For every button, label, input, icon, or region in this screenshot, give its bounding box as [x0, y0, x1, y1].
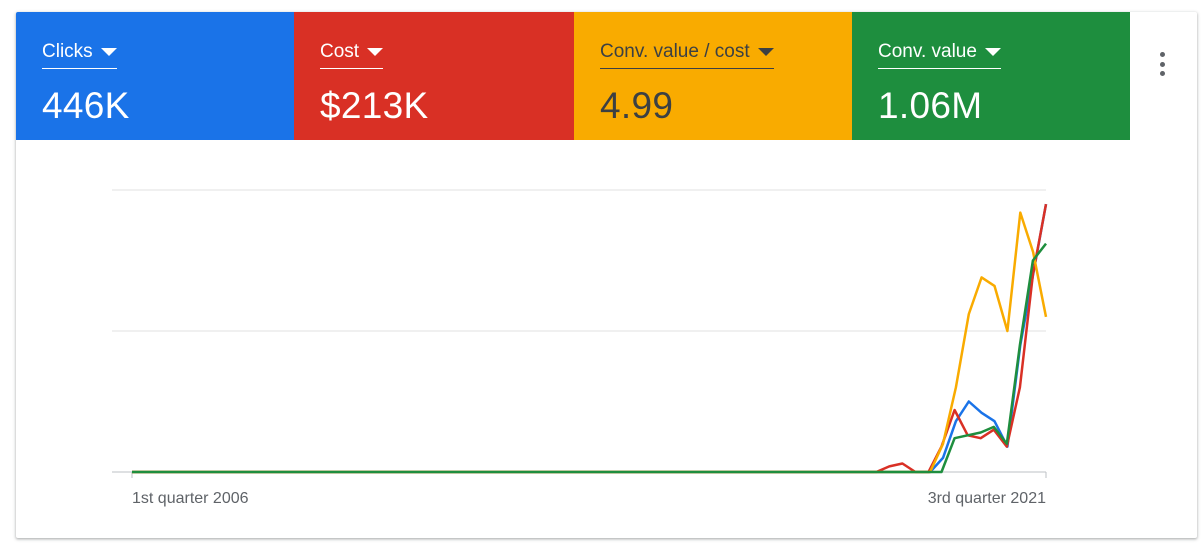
- menu-dot: [1159, 61, 1165, 67]
- series-line-conv-value: [132, 242, 1047, 474]
- scorecard-conv-value-cost[interactable]: Conv. value / cost 4.99: [574, 12, 852, 140]
- scorecard-value: 446K: [42, 85, 130, 126]
- scorecard-label-text: Cost: [320, 41, 360, 62]
- scorecard-value: 4.99: [600, 85, 674, 126]
- menu-dot: [1159, 52, 1165, 57]
- scorecard-label-text: Clicks: [42, 41, 93, 62]
- series-line-conv-value-cost: [132, 211, 1048, 474]
- scorecards: Clicks 446K Cost $213K Conv. value / cos…: [16, 12, 1130, 140]
- dropdown-caret-icon: [367, 48, 384, 56]
- x-tick-label: 1st quarter 2006: [132, 490, 249, 507]
- scorecard-label-text: Conv. value / cost: [600, 41, 750, 62]
- more-vert-icon[interactable]: [1152, 50, 1172, 78]
- scorecard-conv-value[interactable]: Conv. value 1.06M: [852, 12, 1130, 140]
- scorecard-label-text: Conv. value: [878, 41, 977, 62]
- dropdown-caret-icon: [984, 48, 1001, 56]
- series-line-cost: [132, 203, 1048, 474]
- scorecard-label[interactable]: Conv. value: [878, 40, 1001, 69]
- chart-area: 1st quarter 2006 3rd quarter 2021: [16, 152, 1197, 538]
- scorecard-label[interactable]: Clicks: [42, 40, 117, 69]
- scorecard-value: 1.06M: [878, 85, 983, 126]
- scorecard-label[interactable]: Cost: [320, 40, 384, 69]
- scorecard-label[interactable]: Conv. value / cost: [600, 40, 774, 69]
- x-tick-label: 3rd quarter 2021: [928, 490, 1046, 507]
- line-chart: 1st quarter 2006 3rd quarter 2021: [112, 189, 1048, 507]
- menu-dot: [1159, 71, 1165, 76]
- dropdown-caret-icon: [757, 48, 774, 56]
- dropdown-caret-icon: [100, 48, 117, 56]
- performance-chart-card: Clicks 446K Cost $213K Conv. value / cos…: [16, 12, 1197, 538]
- scorecard-clicks[interactable]: Clicks 446K: [16, 12, 294, 140]
- scorecard-value: $213K: [320, 85, 429, 126]
- series-line-clicks: [132, 203, 1048, 474]
- scorecard-cost[interactable]: Cost $213K: [294, 12, 574, 140]
